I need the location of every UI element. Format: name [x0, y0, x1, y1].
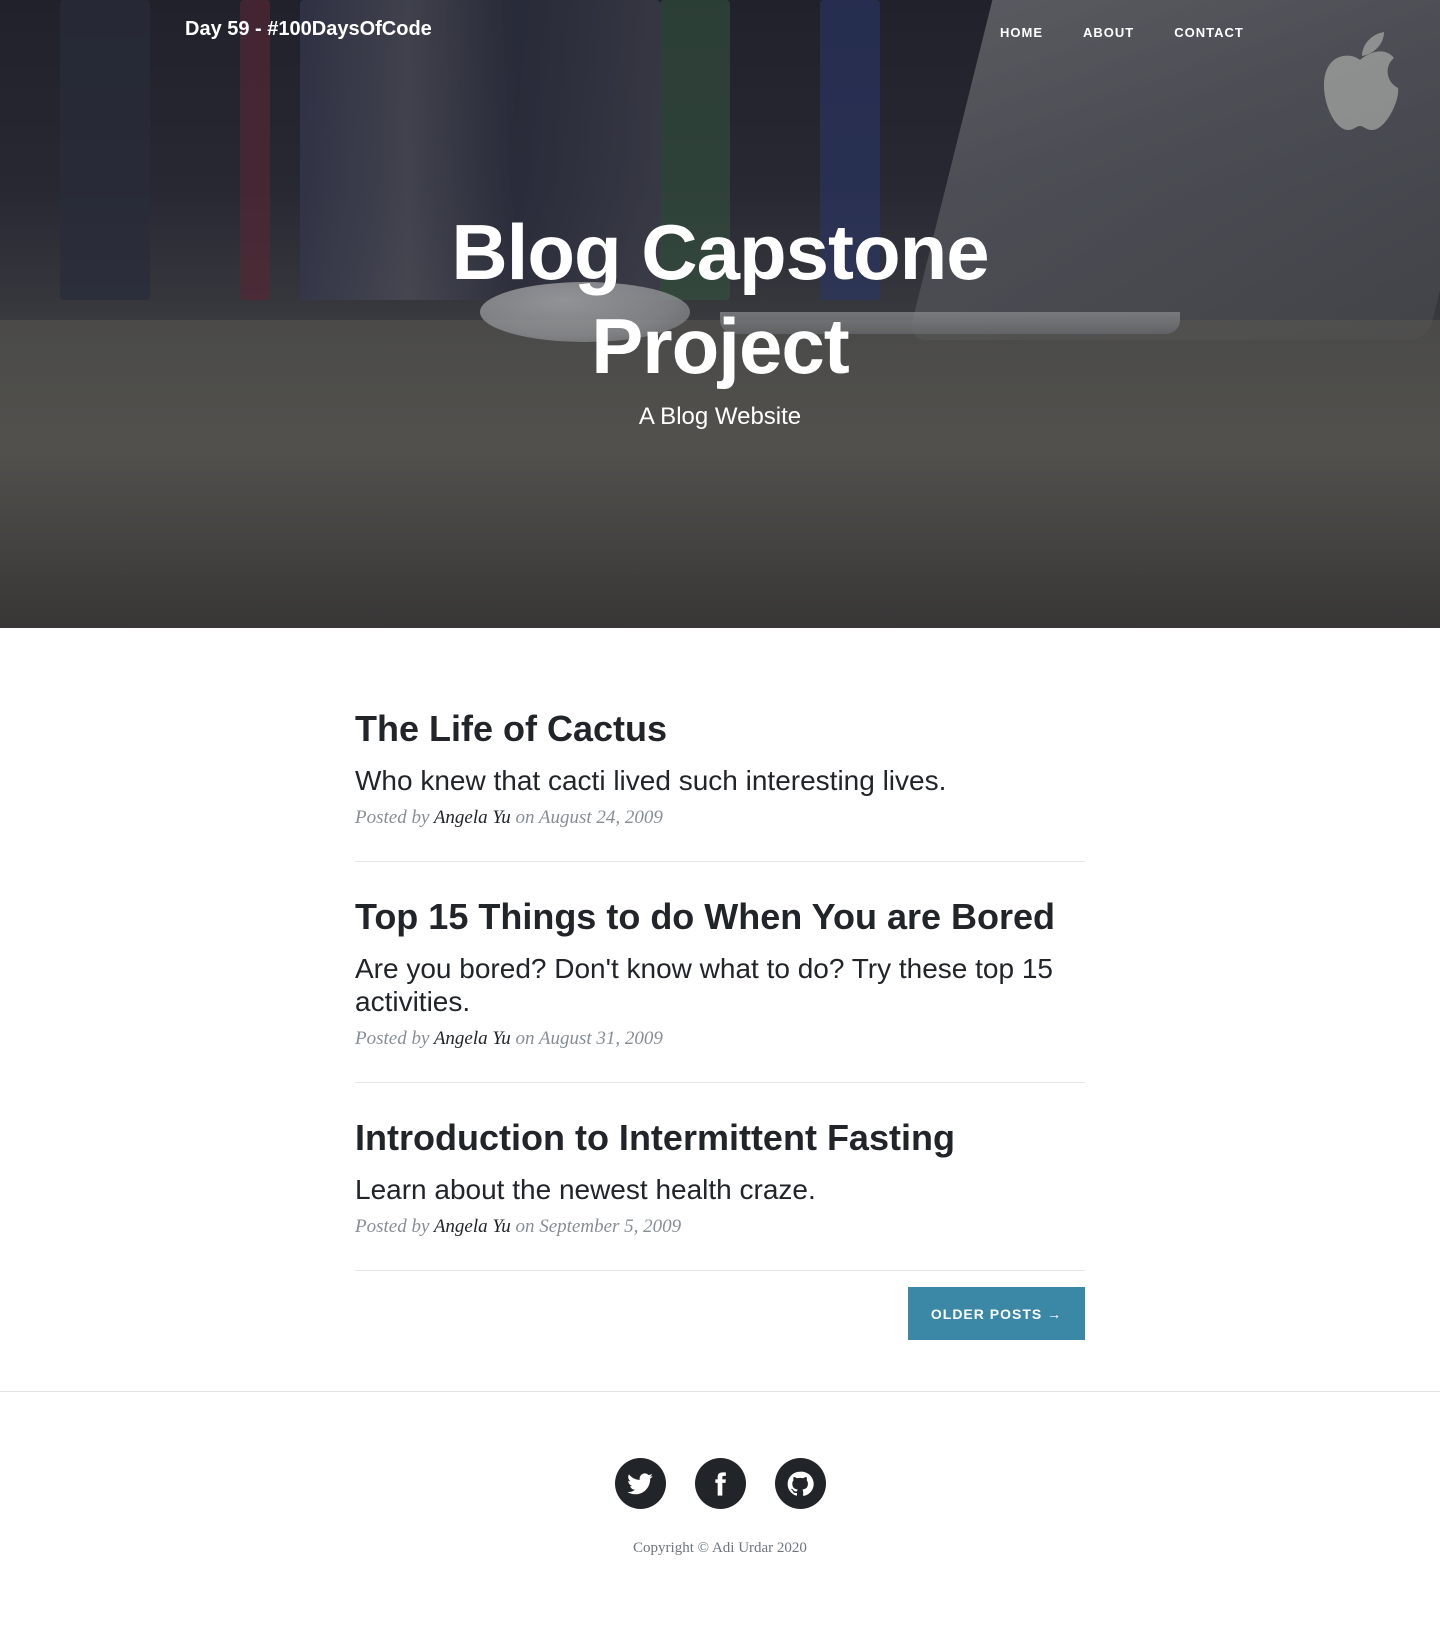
hero-heading: Blog Capstone Project A Blog Website: [0, 205, 1440, 431]
post-title-link[interactable]: The Life of Cactus: [355, 708, 1085, 750]
pager: OLDER POSTS →: [355, 1287, 1085, 1357]
posted-by-label: Posted by: [355, 807, 430, 828]
hero-header: Day 59 - #100DaysOfCode HOME ABOUT CONTA…: [0, 0, 1440, 628]
twitter-link[interactable]: [614, 1458, 666, 1509]
brand-title[interactable]: Day 59 - #100DaysOfCode: [185, 18, 432, 41]
post-title-link[interactable]: Top 15 Things to do When You are Bored: [355, 896, 1085, 938]
nav-links: HOME ABOUT CONTACT: [1000, 25, 1244, 40]
github-icon: [787, 1471, 814, 1496]
on-label: on: [515, 807, 535, 828]
top-navbar: Day 59 - #100DaysOfCode HOME ABOUT CONTA…: [0, 0, 1440, 66]
facebook-icon: [715, 1471, 726, 1496]
nav-link-about[interactable]: ABOUT: [1083, 25, 1134, 40]
post-date: September 5, 2009: [539, 1216, 682, 1237]
github-link[interactable]: [774, 1458, 826, 1509]
site-footer: Copyright © Adi Urdar 2020: [0, 1391, 1440, 1628]
nav-link-home[interactable]: HOME: [1000, 25, 1043, 40]
post-list: The Life of Cactus Who knew that cacti l…: [355, 628, 1085, 1357]
twitter-icon: [627, 1472, 653, 1494]
on-label: on: [515, 1028, 535, 1049]
post-date: August 24, 2009: [538, 807, 663, 828]
nav-link-contact[interactable]: CONTACT: [1174, 25, 1244, 40]
post-preview: Top 15 Things to do When You are Bored A…: [355, 896, 1085, 1083]
post-date: August 31, 2009: [538, 1028, 663, 1049]
post-subtitle[interactable]: Who knew that cacti lived such interesti…: [355, 764, 1085, 797]
post-title-link[interactable]: Introduction to Intermittent Fasting: [355, 1117, 1085, 1159]
page-title: Blog Capstone Project: [451, 208, 989, 390]
post-subtitle[interactable]: Learn about the newest health craze.: [355, 1173, 1085, 1206]
post-author-link[interactable]: Angela Yu: [434, 1028, 511, 1049]
post-subtitle[interactable]: Are you bored? Don't know what to do? Tr…: [355, 952, 1085, 1018]
social-links: [0, 1458, 1440, 1509]
post-meta: Posted by Angela Yu on August 31, 2009: [355, 1028, 1085, 1050]
post-meta: Posted by Angela Yu on September 5, 2009: [355, 1216, 1085, 1238]
facebook-link[interactable]: [694, 1458, 746, 1509]
post-author-link[interactable]: Angela Yu: [434, 1216, 511, 1237]
on-label: on: [515, 1216, 535, 1237]
post-preview: Introduction to Intermittent Fasting Lea…: [355, 1117, 1085, 1271]
post-author-link[interactable]: Angela Yu: [434, 807, 511, 828]
copyright-text: Copyright © Adi Urdar 2020: [633, 1540, 807, 1556]
page-subtitle: A Blog Website: [638, 403, 802, 430]
posted-by-label: Posted by: [355, 1028, 430, 1049]
posted-by-label: Posted by: [355, 1216, 430, 1237]
post-preview: The Life of Cactus Who knew that cacti l…: [355, 708, 1085, 862]
older-posts-button[interactable]: OLDER POSTS →: [908, 1287, 1085, 1340]
post-meta: Posted by Angela Yu on August 24, 2009: [355, 807, 1085, 829]
